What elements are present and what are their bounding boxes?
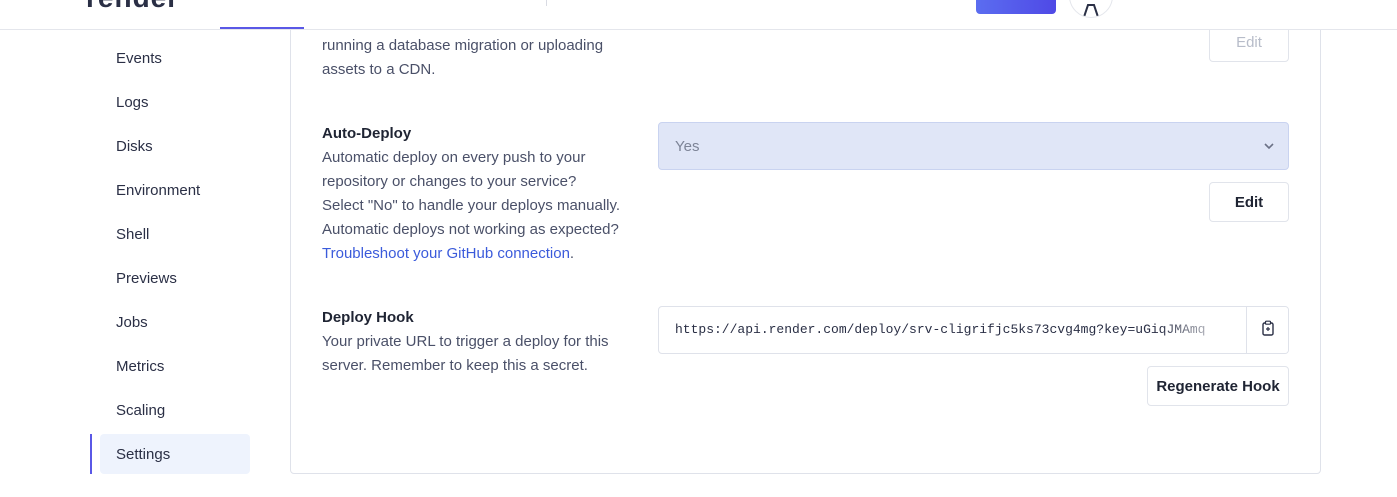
clipboard-icon xyxy=(1260,320,1276,341)
deploy-hook-info: Deploy Hook Your private URL to trigger … xyxy=(322,306,642,378)
sidebar-item-environment[interactable]: Environment xyxy=(90,170,260,210)
deploy-hook-desc-line: server. Remember to keep this a secret. xyxy=(322,357,588,374)
deploy-hook-description: Your private URL to trigger a deploy for… xyxy=(322,330,642,378)
pre-deploy-desc-line: running a database migration or uploadin… xyxy=(322,37,604,54)
new-button[interactable] xyxy=(976,0,1056,14)
auto-deploy-desc-line: Automatic deploy on every push to your xyxy=(322,149,586,166)
active-tab-indicator xyxy=(220,27,304,29)
auto-deploy-edit-button[interactable]: Edit xyxy=(1209,182,1289,222)
pre-deploy-desc-line: assets to a CDN. xyxy=(322,61,436,78)
sidebar-item-scaling[interactable]: Scaling xyxy=(90,390,260,430)
top-header: render xyxy=(0,0,1397,30)
deploy-hook-desc-line: Your private URL to trigger a deploy for… xyxy=(322,333,609,350)
github-troubleshoot-link[interactable]: Troubleshoot your GitHub connection xyxy=(322,245,570,262)
auto-deploy-select[interactable]: Yes xyxy=(658,122,1289,170)
header-divider xyxy=(546,0,547,6)
auto-deploy-title: Auto-Deploy xyxy=(322,125,412,142)
sidebar-item-logs[interactable]: Logs xyxy=(90,82,260,122)
regenerate-hook-button[interactable]: Regenerate Hook xyxy=(1147,366,1289,406)
auto-deploy-description: Automatic deploy on every push to your r… xyxy=(322,146,642,266)
pre-deploy-description: running a database migration or uploadin… xyxy=(322,34,642,82)
deploy-hook-url-field[interactable]: https://api.render.com/deploy/srv-cligri… xyxy=(658,306,1289,354)
auto-deploy-desc-line: Select "No" to handle your deploys manua… xyxy=(322,197,621,214)
sidebar-nav: Events Logs Disks Environment Shell Prev… xyxy=(90,38,260,478)
sidebar-item-events[interactable]: Events xyxy=(90,38,260,78)
auto-deploy-select-value: Yes xyxy=(675,137,700,155)
link-suffix: . xyxy=(569,245,575,262)
user-avatar-icon[interactable] xyxy=(1069,0,1113,18)
deploy-hook-title: Deploy Hook xyxy=(322,309,414,326)
copy-url-button[interactable] xyxy=(1246,307,1288,353)
sidebar-item-metrics[interactable]: Metrics xyxy=(90,346,260,386)
auto-deploy-info: Auto-Deploy Automatic deploy on every pu… xyxy=(322,122,642,266)
sidebar-item-jobs[interactable]: Jobs xyxy=(90,302,260,342)
deploy-hook-url[interactable]: https://api.render.com/deploy/srv-cligri… xyxy=(675,322,1205,337)
chevron-down-icon xyxy=(1262,139,1276,157)
sidebar-item-settings[interactable]: Settings xyxy=(90,434,250,474)
auto-deploy-link-line: Troubleshoot your GitHub connection. xyxy=(322,242,642,266)
sidebar-item-previews[interactable]: Previews xyxy=(90,258,260,298)
logo[interactable]: render xyxy=(86,0,179,14)
url-fade-overlay xyxy=(1159,307,1249,353)
auto-deploy-desc-line: repository or changes to your service? xyxy=(322,173,577,190)
sidebar-item-shell[interactable]: Shell xyxy=(90,214,260,254)
sidebar-item-disks[interactable]: Disks xyxy=(90,126,260,166)
auto-deploy-desc-line: Automatic deploys not working as expecte… xyxy=(322,221,619,238)
